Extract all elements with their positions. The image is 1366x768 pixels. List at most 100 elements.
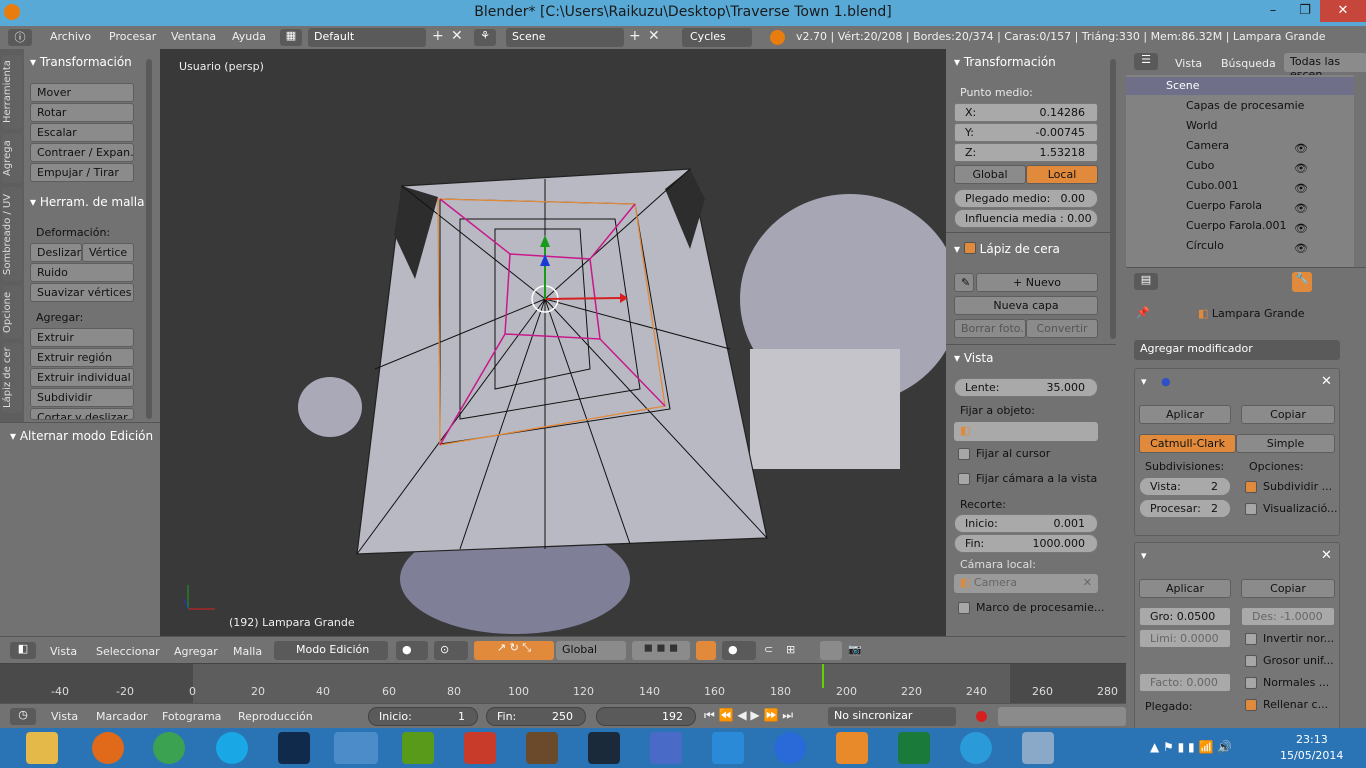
- timeline-view-menu[interactable]: Vista: [51, 710, 78, 723]
- median-influence-field[interactable]: Influencia media : 0.00: [954, 209, 1098, 228]
- pin-icon[interactable]: 📌: [1136, 306, 1150, 319]
- screen-layout-icon[interactable]: ▦: [280, 29, 302, 46]
- fill-rim-checkbox[interactable]: [1245, 699, 1257, 711]
- frame-end-field[interactable]: Fin: 250: [486, 707, 586, 726]
- new-layer-button[interactable]: Nueva capa: [954, 296, 1098, 315]
- menu-window[interactable]: Ventana: [171, 30, 216, 43]
- viewport-add-menu[interactable]: Agregar: [174, 645, 218, 658]
- outliner-scene-label[interactable]: Scene: [1166, 79, 1200, 92]
- snap-icon[interactable]: ⊂: [764, 643, 773, 656]
- modifier-tab-wrench-icon[interactable]: 🔧: [1292, 272, 1312, 292]
- timeline-editor-icon[interactable]: ◷: [10, 708, 36, 725]
- shading-select[interactable]: ●: [396, 641, 428, 660]
- solidify-apply-button[interactable]: Aplicar: [1139, 579, 1231, 598]
- tab-create[interactable]: Agrega: [2, 133, 22, 183]
- even-thickness-checkbox[interactable]: [1245, 655, 1257, 667]
- outliner-render-layers[interactable]: Capas de procesamie: [1186, 99, 1304, 112]
- thickness-field[interactable]: Gro: 0.0500: [1139, 607, 1231, 626]
- menu-render[interactable]: Procesar: [109, 30, 156, 43]
- outliner-view-menu[interactable]: Vista: [1175, 57, 1202, 70]
- timeline-playback-menu[interactable]: Reproducción: [238, 710, 313, 723]
- restore-button[interactable]: ❐: [1290, 0, 1320, 22]
- local-camera-field[interactable]: ◧ Camera ✕: [954, 574, 1098, 593]
- noise-button[interactable]: Ruido: [30, 263, 134, 282]
- remove-scene-icon[interactable]: ✕: [648, 28, 660, 44]
- outliner-world[interactable]: World: [1186, 119, 1218, 132]
- move-button[interactable]: Mover: [30, 83, 134, 102]
- outliner-row-scene[interactable]: [1126, 77, 1354, 95]
- league-icon[interactable]: [588, 732, 620, 764]
- clear-camera-icon[interactable]: ✕: [1083, 576, 1092, 589]
- render-preview-icon[interactable]: 📷: [848, 643, 862, 656]
- smooth-vertex-button[interactable]: Suavizar vértices: [30, 283, 134, 302]
- median-y-field[interactable]: Y: -0.00745: [954, 123, 1098, 142]
- add-modifier-select[interactable]: Agregar modificador: [1134, 340, 1340, 360]
- outliner-circle[interactable]: Círculo: [1186, 239, 1224, 251]
- rotate-button[interactable]: Rotar: [30, 103, 134, 122]
- paint-icon[interactable]: [1022, 732, 1054, 764]
- file-explorer-icon[interactable]: [26, 732, 58, 764]
- snap-element-icon[interactable]: ⊞: [786, 643, 795, 656]
- tab-grease-pencil[interactable]: Lápiz de cer: [2, 343, 22, 413]
- local-toggle[interactable]: Local: [1026, 165, 1098, 184]
- outliner-lamp-body-001[interactable]: Cuerpo Farola.001: [1186, 219, 1287, 232]
- lens-field[interactable]: Lente: 35.000: [954, 378, 1098, 397]
- menu-help[interactable]: Ayuda: [232, 30, 266, 43]
- subsurf-apply-button[interactable]: Aplicar: [1139, 405, 1231, 424]
- tab-tools[interactable]: Herramienta: [2, 55, 22, 129]
- clock-time[interactable]: 23:13: [1296, 733, 1328, 746]
- npanel-scrollbar[interactable]: [1110, 59, 1116, 339]
- mode-select[interactable]: Modo Edición: [274, 641, 388, 660]
- solidify-copy-button[interactable]: Copiar: [1241, 579, 1335, 598]
- np-transform-header[interactable]: ▾ Transformación: [954, 55, 1056, 69]
- subdivide-button[interactable]: Subdividir: [30, 388, 134, 407]
- app-chest-icon[interactable]: [526, 732, 558, 764]
- vertex-slide-button[interactable]: Vértice: [82, 243, 134, 262]
- remove-screen-icon[interactable]: ✕: [451, 28, 463, 44]
- outliner-cube-001[interactable]: Cubo.001: [1186, 179, 1239, 192]
- clip-start-field[interactable]: Inicio: 0.001: [954, 514, 1098, 533]
- tab-shading-uv[interactable]: Sombreado / UV: [2, 187, 22, 281]
- subsurf-copy-button[interactable]: Copiar: [1241, 405, 1335, 424]
- pivot-select[interactable]: ⊙: [434, 641, 468, 660]
- solidify-close-icon[interactable]: ✕: [1321, 548, 1332, 563]
- video-player-icon[interactable]: [836, 732, 868, 764]
- render-border-checkbox[interactable]: [958, 602, 970, 614]
- limit-field[interactable]: Limi: 0.0000: [1139, 629, 1231, 648]
- system-tray-icons[interactable]: ▲ ⚑ ▮ ▮ 📶 🔊: [1150, 740, 1232, 754]
- tab-options[interactable]: Opcione: [2, 285, 22, 339]
- outliner-filter-select[interactable]: Todas las escen: [1284, 53, 1366, 81]
- mesh-tools-header[interactable]: ▾ Herram. de malla: [30, 195, 144, 209]
- sync-select[interactable]: No sincronizar: [828, 707, 956, 726]
- select-mode-buttons[interactable]: ◼ ◼ ◼: [632, 641, 690, 660]
- app-bolt-icon[interactable]: [774, 732, 806, 764]
- minimize-button[interactable]: –: [1258, 0, 1288, 22]
- frame-start-field[interactable]: Inicio: 1: [368, 707, 478, 726]
- toolshelf-scrollbar[interactable]: [146, 59, 152, 419]
- lock-object-field[interactable]: ◧: [954, 422, 1098, 441]
- cut-slide-button[interactable]: Cortar y deslizar: [30, 408, 134, 420]
- viewport-mesh-menu[interactable]: Malla: [233, 645, 262, 658]
- extrude-individual-button[interactable]: Extruir individual: [30, 368, 134, 387]
- subsurf-collapse-icon[interactable]: ▾: [1141, 375, 1147, 388]
- toggle-edit-mode-header[interactable]: ▾ Alternar modo Edición: [10, 429, 153, 443]
- playback-controls[interactable]: ⏮ ⏪ ◀ ▶ ⏩ ⏭: [704, 708, 793, 723]
- menu-file[interactable]: Archivo: [50, 30, 91, 43]
- lock-camera-checkbox[interactable]: [958, 473, 970, 485]
- optimal-display-checkbox[interactable]: [1245, 503, 1257, 515]
- grease-pencil-icon[interactable]: ✎: [954, 273, 974, 292]
- subdivide-uvs-checkbox[interactable]: [1245, 481, 1257, 493]
- slide-button[interactable]: Deslizar: [30, 243, 82, 262]
- orientation-select[interactable]: Global: [556, 641, 626, 660]
- current-frame-field[interactable]: 192: [596, 707, 696, 726]
- properties-editor-icon[interactable]: ▤: [1134, 273, 1158, 290]
- visibility-eye-icon[interactable]: 👁 👁 👁 👁 👁 👁: [1294, 139, 1308, 259]
- view-panel-header[interactable]: ▾ Vista: [954, 351, 993, 365]
- lock-cursor-checkbox[interactable]: [958, 448, 970, 460]
- occlude-geometry-icon[interactable]: [696, 641, 716, 660]
- chrome-icon[interactable]: [153, 732, 185, 764]
- outliner-camera[interactable]: Camera: [1186, 139, 1229, 152]
- shrink-fatten-button[interactable]: Contraer / Expan...: [30, 143, 134, 162]
- nvidia-icon[interactable]: [402, 732, 434, 764]
- outliner-lamp-body[interactable]: Cuerpo Farola: [1186, 199, 1262, 212]
